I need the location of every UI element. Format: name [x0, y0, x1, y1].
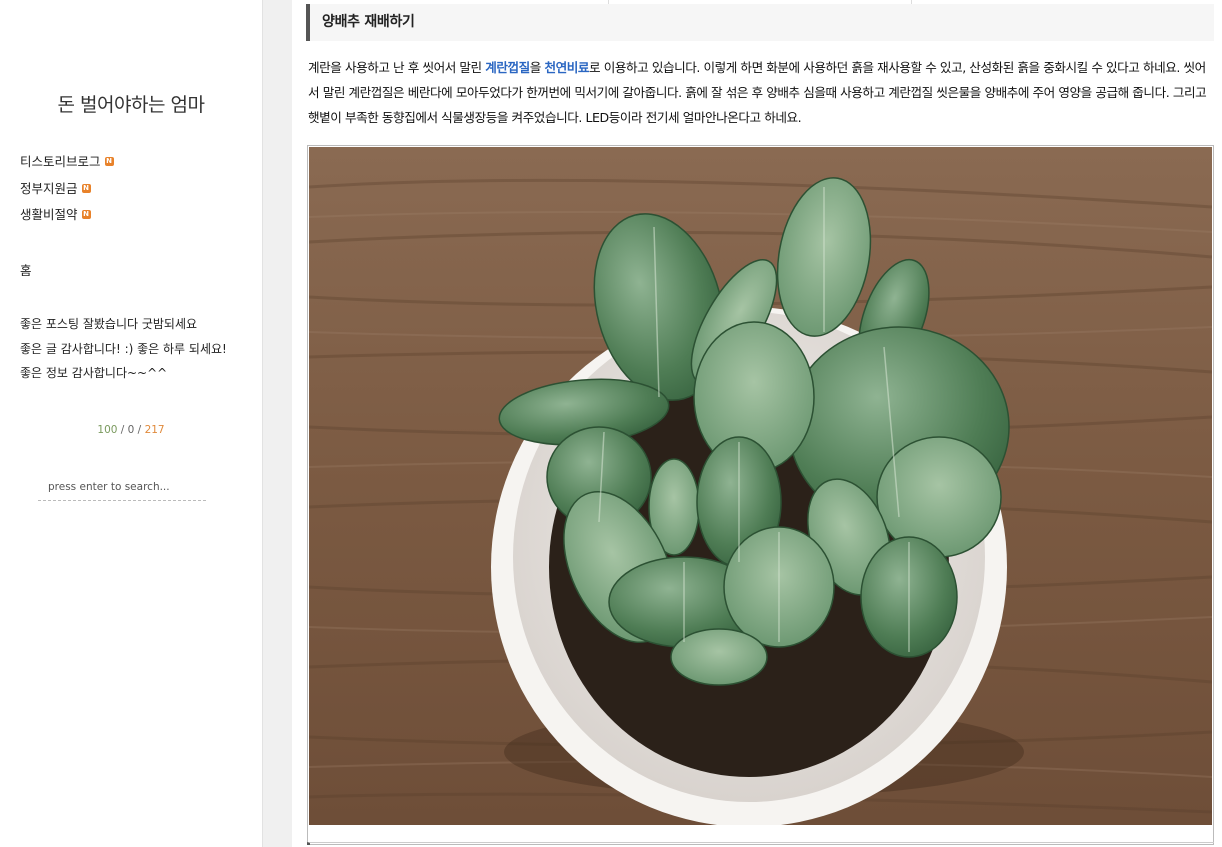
link-eggshell[interactable]: 계란껍질 [485, 60, 530, 75]
new-badge-icon: N [81, 183, 91, 193]
category-item[interactable]: 티스토리브로그 N [20, 152, 114, 179]
link-natural-fertilizer[interactable]: 천연비료 [544, 60, 589, 75]
category-label[interactable]: 정부지원금 [20, 181, 78, 196]
category-label[interactable]: 생활비절약 [20, 207, 78, 222]
category-item[interactable]: 생활비절약 N [20, 205, 114, 232]
figure-divider [307, 842, 1214, 845]
paragraph-text: 계란을 사용하고 난 후 씻어서 말린 [308, 60, 486, 75]
sidebar: 돈 벌어야하는 엄마 티스토리브로그 N 정부지원금 N 생활비절약 N 홈 좋은 포… [0, 0, 262, 847]
blog-title[interactable]: 돈 벌어야하는 엄마 [0, 90, 262, 117]
category-list: 티스토리브로그 N 정부지원금 N 생활비절약 N [20, 152, 114, 232]
section-heading: 양배추 재배하기 [306, 4, 1214, 41]
comment-item[interactable]: 좋은 포스팅 잘봤습니다 굿밤되세요 [20, 314, 227, 339]
home-link[interactable]: 홈 [20, 260, 32, 279]
counter-separator: / [117, 424, 128, 436]
new-badge-icon: N [81, 210, 91, 219]
category-item[interactable]: 정부지원금 N [20, 179, 114, 206]
comment-item[interactable]: 좋은 정보 감사합니다~~^^ [20, 363, 227, 388]
post-content: 양배추 재배하기 계란을 사용하고 난 후 씻어서 말린 계란껍질을 천연비료로… [292, 0, 1222, 847]
sidebar-gutter [262, 0, 292, 847]
category-label[interactable]: 티스토리브로그 [20, 154, 101, 169]
cabbage-photo[interactable] [309, 147, 1212, 825]
post-paragraph: 계란을 사용하고 난 후 씻어서 말린 계란껍질을 천연비료로 이용하고 있습니… [308, 55, 1208, 130]
paragraph-text: 을 [529, 60, 545, 75]
visitor-counter: 100 / 0 / 217 [0, 424, 262, 436]
comment-item[interactable]: 좋은 글 감사합니다! :) 좋은 하루 되세요! [20, 339, 227, 364]
new-badge-icon: N [104, 157, 114, 166]
post-image-frame [307, 145, 1214, 845]
recent-comments: 좋은 포스팅 잘봤습니다 굿밤되세요 좋은 글 감사합니다! :) 좋은 하루 … [20, 314, 227, 388]
counter-total: 100 [97, 424, 118, 436]
counter-separator: / [134, 424, 145, 436]
search-input[interactable] [38, 477, 206, 501]
counter-yesterday: 217 [144, 424, 165, 436]
